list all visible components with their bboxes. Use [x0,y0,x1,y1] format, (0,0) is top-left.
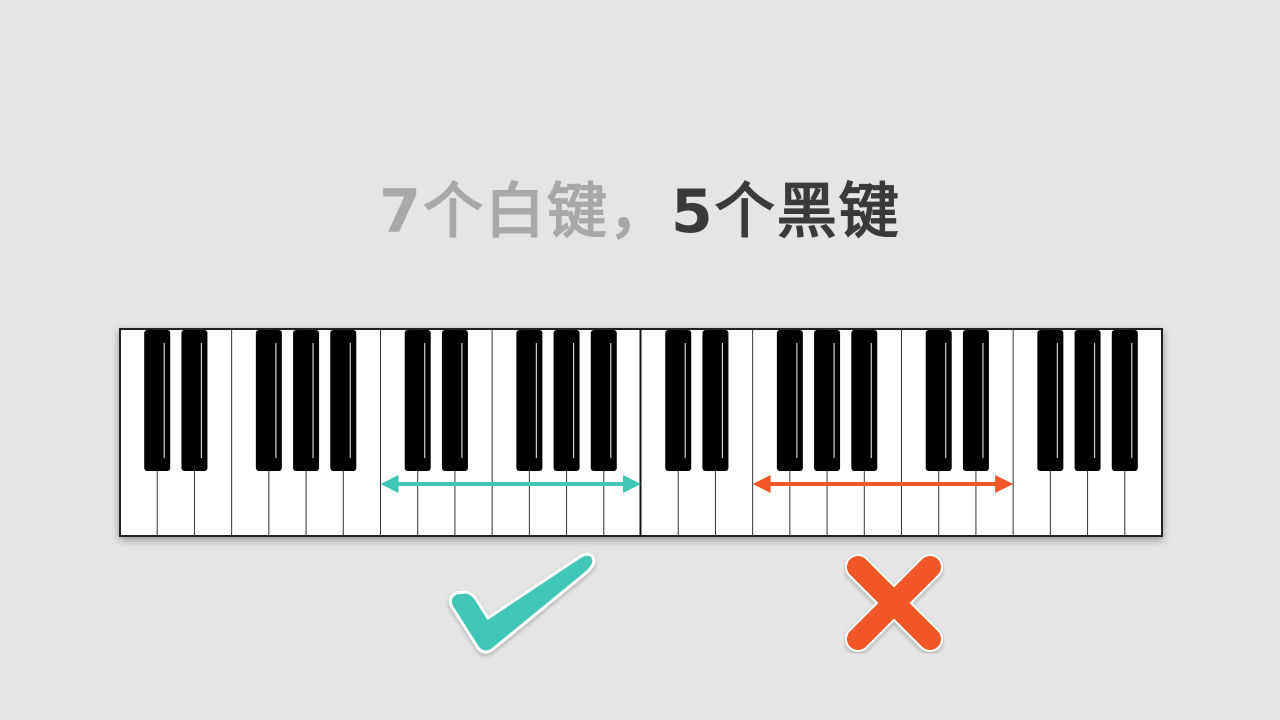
black-key [1074,330,1101,471]
black-key [851,330,878,471]
black-key [925,330,952,471]
cross-icon [845,554,943,652]
black-key [181,330,208,471]
black-key [814,330,841,471]
black-key [1111,330,1138,471]
black-key [702,330,729,471]
black-key [441,330,468,471]
black-key [553,330,580,471]
black-key [330,330,357,471]
piano-diagram [119,328,1163,654]
black-key [776,330,803,471]
black-key [144,330,171,471]
piano-keyboard [119,328,1163,537]
black-key [590,330,617,471]
black-key [516,330,543,471]
black-key [1037,330,1064,471]
black-key [665,330,692,471]
black-key [255,330,282,471]
black-key [293,330,320,471]
check-icon [448,552,596,654]
black-key [962,330,989,471]
black-key [404,330,431,471]
